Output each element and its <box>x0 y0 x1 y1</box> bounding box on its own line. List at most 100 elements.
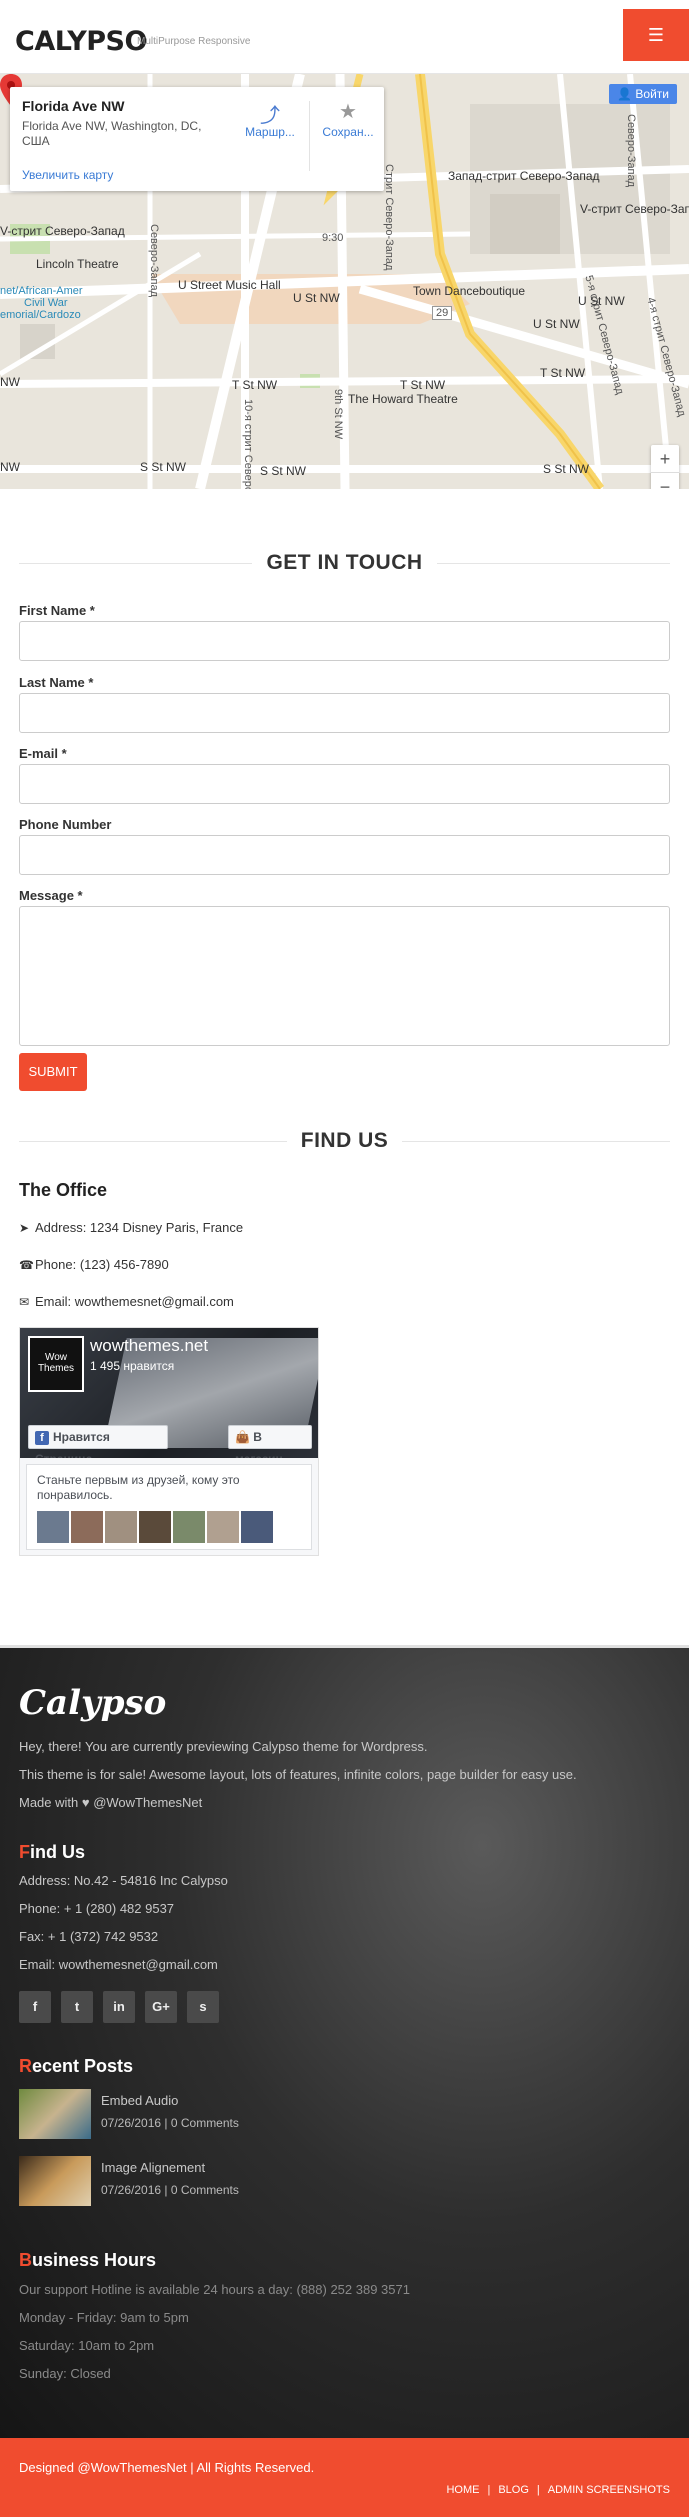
post-title[interactable]: Embed Audio <box>101 2093 178 2108</box>
first-name-label: First Name * <box>19 603 95 618</box>
map-label-nw-left: NW <box>0 375 20 389</box>
map-label-tst-right: T St NW <box>540 366 586 380</box>
message-textarea[interactable] <box>19 906 670 1046</box>
nav-separator: | <box>536 2484 540 2496</box>
save-place-button[interactable]: ★ Сохран... <box>314 99 382 139</box>
facebook-avatar[interactable]: Wow Themes <box>28 1336 84 1392</box>
friend-avatar[interactable] <box>173 1511 205 1543</box>
heading-initial: B <box>19 2250 32 2270</box>
footer-phone: Phone: + 1 (280) 482 9537 <box>19 1901 175 1916</box>
facebook-friends-box: Станьте первым из друзей, кому это понра… <box>26 1464 312 1550</box>
recent-post[interactable]: Embed Audio 07/26/2016 | 0 Comments <box>19 2089 419 2139</box>
facebook-likes: 1 495 нравится <box>90 1359 175 1373</box>
facebook-like-button[interactable]: fНравится Страница <box>28 1425 168 1458</box>
save-label: Сохран... <box>322 125 374 139</box>
map-login-button[interactable]: 👤 Войти <box>609 84 677 104</box>
friend-avatar[interactable] <box>241 1511 273 1543</box>
directions-button[interactable]: ⤴ Маршр... <box>236 99 304 139</box>
facebook-icon[interactable]: f <box>19 1991 51 2023</box>
social-links: f t in G+ s <box>19 1991 229 2023</box>
footer-made-with[interactable]: Made with ♥ @WowThemesNet <box>19 1795 202 1810</box>
facebook-page-widget[interactable]: Wow Themes wowthemes.net 1 495 нравится … <box>19 1327 319 1556</box>
facebook-friends-avatars <box>37 1511 275 1548</box>
menu-toggle-button[interactable]: ☰ <box>623 9 689 61</box>
friend-avatar[interactable] <box>139 1511 171 1543</box>
footer-find-us-heading: Find Us <box>19 1842 85 1863</box>
phone-input[interactable] <box>19 835 670 875</box>
submit-button[interactable]: SUBMIT <box>19 1053 87 1091</box>
directions-icon: ⤴ <box>260 105 280 127</box>
map-card-address: Florida Ave NW, Washington, DC, США <box>22 119 202 148</box>
facebook-icon: f <box>35 1431 49 1445</box>
heading-rest: ind Us <box>30 1842 86 1862</box>
map-card-title: Florida Ave NW <box>22 98 125 114</box>
recent-post[interactable]: Image Alignement 07/26/2016 | 0 Comments <box>19 2156 419 2206</box>
footer-email: Email: wowthemesnet@gmail.com <box>19 1957 218 1972</box>
map-label-ustreet-music-hall: U Street Music Hall <box>178 278 281 292</box>
map-info-card: Florida Ave NW Florida Ave NW, Washingto… <box>10 87 384 191</box>
phone-label: Phone Number <box>19 817 112 832</box>
zoom-out-button[interactable]: − <box>651 473 679 489</box>
site-logo[interactable]: CALYPSO <box>15 26 147 57</box>
friend-avatar[interactable] <box>105 1511 137 1543</box>
facebook-cover: Wow Themes wowthemes.net 1 495 нравится … <box>20 1328 318 1458</box>
enlarge-map-link[interactable]: Увеличить карту <box>22 168 113 182</box>
friend-avatar[interactable] <box>207 1511 239 1543</box>
map-label-memorial: emorial/Cardozo <box>0 309 81 321</box>
phone-icon: ☎ <box>19 1258 34 1272</box>
friend-avatar[interactable] <box>37 1511 69 1543</box>
last-name-label: Last Name * <box>19 675 94 690</box>
card-divider <box>309 101 310 171</box>
first-name-input[interactable] <box>19 621 670 661</box>
user-icon: 👤 <box>617 87 633 101</box>
star-icon: ★ <box>339 101 357 123</box>
heading-initial: R <box>19 2056 32 2076</box>
twitter-icon[interactable]: t <box>61 1991 93 2023</box>
heading-initial: F <box>19 1842 30 1862</box>
map-label-zapad: Запад-стрит Северо-Запад <box>448 169 600 183</box>
map-label-ust-right: U St NW <box>533 317 580 331</box>
map-label-nw-left2: NW <box>0 460 20 474</box>
bottom-bar: Designed @WowThemesNet | All Rights Rese… <box>0 2438 689 2517</box>
last-name-input[interactable] <box>19 693 670 733</box>
map-route-shield: 29 <box>432 306 453 320</box>
find-us-title-text: FIND US <box>286 1129 403 1152</box>
google-plus-icon[interactable]: G+ <box>145 1991 177 2023</box>
nav-home-link[interactable]: HOME <box>446 2484 479 2496</box>
map-login-label: Войти <box>635 87 669 101</box>
nav-separator: | <box>487 2484 491 2496</box>
facebook-shop-button[interactable]: 👜 В магазин <box>228 1425 312 1458</box>
skype-icon[interactable]: s <box>187 1991 219 2023</box>
office-phone-text: Phone: (123) 456-7890 <box>35 1257 169 1272</box>
heading-rest: ecent Posts <box>32 2056 134 2076</box>
footer-weekdays: Monday - Friday: 9am to 5pm <box>19 2310 189 2325</box>
footer-fax: Fax: + 1 (372) 742 9532 <box>19 1929 159 1944</box>
map-label-sst1: S St NW <box>140 460 187 474</box>
site-header: CALYPSO MultiPurpose Responsive ☰ <box>0 0 689 74</box>
map-label-howard: The Howard Theatre <box>348 392 458 406</box>
facebook-friends-text: Станьте первым из друзей, кому это понра… <box>37 1473 240 1502</box>
map-label-tst-left: T St NW <box>400 378 446 392</box>
map-label-civil: Civil War <box>24 297 68 309</box>
nav-blog-link[interactable]: BLOG <box>498 2484 529 2496</box>
google-map[interactable]: Lincoln Theatre U Street Music Hall U St… <box>0 74 689 489</box>
office-phone: ☎Phone: (123) 456-7890 <box>19 1257 169 1272</box>
post-title[interactable]: Image Alignement <box>101 2160 205 2175</box>
directions-label: Маршр... <box>245 125 295 139</box>
linkedin-icon[interactable]: in <box>103 1991 135 2023</box>
envelope-icon: ✉ <box>19 1295 30 1309</box>
zoom-in-button[interactable]: + <box>651 445 679 473</box>
post-thumbnail[interactable] <box>19 2156 91 2206</box>
facebook-page-name[interactable]: wowthemes.net <box>90 1336 208 1356</box>
footer-saturday: Saturday: 10am to 2pm <box>19 2338 155 2353</box>
post-thumbnail[interactable] <box>19 2089 91 2139</box>
footer-recent-posts-heading: Recent Posts <box>19 2056 133 2077</box>
friend-avatar[interactable] <box>71 1511 103 1543</box>
contact-section-title: GET IN TOUCH <box>19 551 670 575</box>
map-label-tst-mid: T St NW <box>232 378 278 392</box>
email-input[interactable] <box>19 764 670 804</box>
map-label-sst3: S St NW <box>543 462 590 476</box>
nav-admin-screenshots-link[interactable]: ADMIN SCREENSHOTS <box>548 2484 670 2496</box>
site-tagline: MultiPurpose Responsive <box>137 36 251 47</box>
footer-logo[interactable]: Calypso <box>19 1683 166 1723</box>
